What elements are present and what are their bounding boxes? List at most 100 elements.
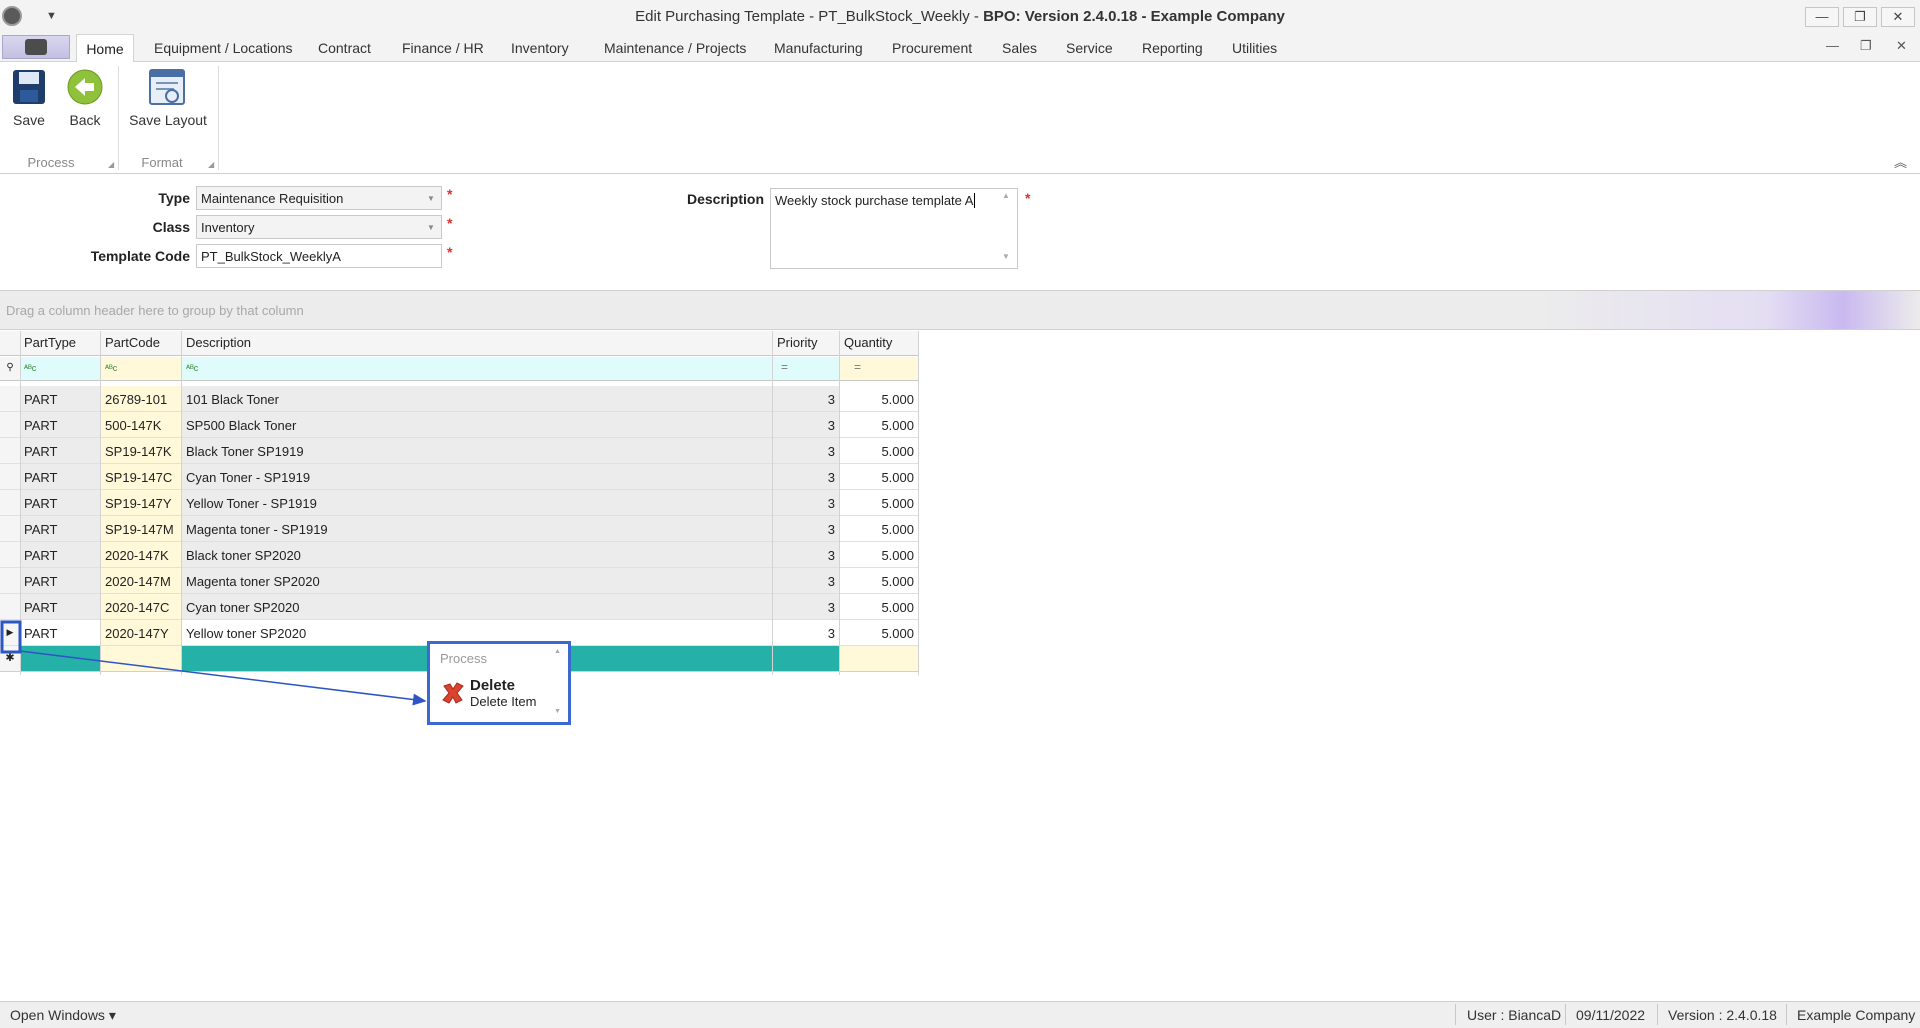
collapse-ribbon-icon[interactable]: ︽ [1894, 152, 1907, 171]
cell-priority[interactable]: 3 [773, 516, 839, 542]
cell-priority[interactable]: 3 [773, 438, 839, 464]
cell-description[interactable]: Yellow Toner - SP1919 [182, 490, 772, 516]
cell-parttype[interactable]: PART [20, 438, 100, 464]
cell-description[interactable]: 101 Black Toner [182, 386, 772, 412]
row-indicator[interactable] [0, 464, 20, 490]
row-indicator[interactable] [0, 568, 20, 594]
tab-home[interactable]: Home [76, 34, 134, 63]
column-header-description[interactable]: Description [182, 331, 772, 356]
cell-description[interactable]: SP500 Black Toner [182, 412, 772, 438]
type-select[interactable]: Maintenance Requisition [196, 186, 442, 210]
cell-partcode[interactable]: SP19-147C [101, 464, 181, 490]
cell-quantity[interactable]: 5.000 [840, 490, 918, 516]
save-layout-button[interactable] [146, 66, 190, 110]
cell-priority[interactable]: 3 [773, 594, 839, 620]
filter-priority[interactable]: = [773, 357, 839, 381]
open-windows-button[interactable]: Open Windows ▾ [10, 1007, 116, 1024]
cell-parttype[interactable]: PART [20, 412, 100, 438]
dialog-launcher-icon[interactable]: ◢ [108, 160, 114, 169]
cell-partcode[interactable]: SP19-147Y [101, 490, 181, 516]
cell-quantity[interactable]: 5.000 [840, 594, 918, 620]
cell-quantity[interactable]: 5.000 [840, 386, 918, 412]
new-row-cell-quantity[interactable] [840, 646, 918, 672]
cell-priority[interactable]: 3 [773, 542, 839, 568]
new-row-cell-priority[interactable] [773, 646, 839, 672]
cell-quantity[interactable]: 5.000 [840, 464, 918, 490]
tab-equipment-locations[interactable]: Equipment / Locations [154, 40, 293, 56]
column-header-quantity[interactable]: Quantity [840, 331, 918, 356]
row-indicator[interactable] [0, 516, 20, 542]
cell-priority[interactable]: 3 [773, 620, 839, 646]
restore-button[interactable]: ❐ [1843, 7, 1877, 27]
minimize-button[interactable]: — [1805, 7, 1839, 27]
filter-partcode[interactable]: ᴬᴮc [101, 357, 181, 381]
column-header-parttype[interactable]: PartType [20, 331, 100, 356]
scroll-up-icon[interactable]: ▲ [554, 648, 561, 655]
tab-reporting[interactable]: Reporting [1142, 40, 1203, 56]
tab-sales[interactable]: Sales [1002, 40, 1037, 56]
cell-partcode[interactable]: 26789-101 [101, 386, 181, 412]
row-indicator[interactable] [0, 386, 20, 412]
row-indicator[interactable] [0, 490, 20, 516]
row-indicator[interactable] [0, 438, 20, 464]
cell-quantity[interactable]: 5.000 [840, 542, 918, 568]
scroll-up-icon[interactable]: ▲ [1002, 191, 1010, 200]
cell-priority[interactable]: 3 [773, 464, 839, 490]
chevron-down-icon[interactable]: ▼ [427, 194, 435, 203]
chevron-down-icon[interactable]: ▼ [427, 223, 435, 232]
cell-partcode[interactable]: SP19-147K [101, 438, 181, 464]
description-textarea[interactable]: Weekly stock purchase template A [770, 188, 1018, 269]
cell-description[interactable]: Cyan Toner - SP1919 [182, 464, 772, 490]
filter-description[interactable]: ᴬᴮc [182, 357, 772, 381]
cell-description[interactable]: Magenta toner SP2020 [182, 568, 772, 594]
cell-parttype[interactable]: PART [20, 516, 100, 542]
cell-parttype[interactable]: PART [20, 490, 100, 516]
app-menu-button[interactable] [2, 35, 70, 59]
cell-quantity[interactable]: 5.000 [840, 412, 918, 438]
cell-priority[interactable]: 3 [773, 490, 839, 516]
tab-manufacturing[interactable]: Manufacturing [774, 40, 863, 56]
filter-parttype[interactable]: ᴬᴮc [20, 357, 100, 381]
cell-partcode[interactable]: SP19-147M [101, 516, 181, 542]
cell-description[interactable]: Black Toner SP1919 [182, 438, 772, 464]
column-header-priority[interactable]: Priority [773, 331, 839, 356]
cell-priority[interactable]: 3 [773, 412, 839, 438]
mdi-minimize-button[interactable]: — [1826, 38, 1839, 53]
tab-contract[interactable]: Contract [318, 40, 371, 56]
row-indicator[interactable] [0, 412, 20, 438]
row-indicator[interactable] [0, 542, 20, 568]
cell-partcode[interactable]: 2020-147K [101, 542, 181, 568]
cell-partcode[interactable]: 500-147K [101, 412, 181, 438]
mdi-close-button[interactable]: ✕ [1896, 38, 1907, 54]
column-header-partcode[interactable]: PartCode [101, 331, 181, 356]
row-indicator[interactable] [0, 594, 20, 620]
close-button[interactable]: ✕ [1881, 7, 1915, 27]
cell-parttype[interactable]: PART [20, 568, 100, 594]
cell-parttype[interactable]: PART [20, 386, 100, 412]
tab-inventory[interactable]: Inventory [511, 40, 569, 56]
class-select[interactable]: Inventory [196, 215, 442, 239]
cell-quantity[interactable]: 5.000 [840, 438, 918, 464]
tab-service[interactable]: Service [1066, 40, 1113, 56]
tab-maintenance-projects[interactable]: Maintenance / Projects [604, 40, 746, 56]
cell-quantity[interactable]: 5.000 [840, 568, 918, 594]
cell-quantity[interactable]: 5.000 [840, 516, 918, 542]
tab-utilities[interactable]: Utilities [1232, 40, 1277, 56]
filter-quantity[interactable]: = [840, 357, 918, 381]
cell-parttype[interactable]: PART [20, 464, 100, 490]
cell-description[interactable]: Magenta toner - SP1919 [182, 516, 772, 542]
tab-finance-hr[interactable]: Finance / HR [402, 40, 484, 56]
scroll-down-icon[interactable]: ▼ [1002, 252, 1010, 261]
cell-priority[interactable]: 3 [773, 386, 839, 412]
template-code-input[interactable]: PT_BulkStock_WeeklyA [196, 244, 442, 268]
mdi-restore-button[interactable]: ❐ [1860, 38, 1872, 54]
tab-procurement[interactable]: Procurement [892, 40, 972, 56]
cell-partcode[interactable]: 2020-147M [101, 568, 181, 594]
dialog-launcher-icon[interactable]: ◢ [208, 160, 214, 169]
cell-quantity[interactable]: 5.000 [840, 620, 918, 646]
cell-partcode[interactable]: 2020-147C [101, 594, 181, 620]
cell-priority[interactable]: 3 [773, 568, 839, 594]
cell-description[interactable]: Black toner SP2020 [182, 542, 772, 568]
cell-parttype[interactable]: PART [20, 542, 100, 568]
cell-description[interactable]: Cyan toner SP2020 [182, 594, 772, 620]
